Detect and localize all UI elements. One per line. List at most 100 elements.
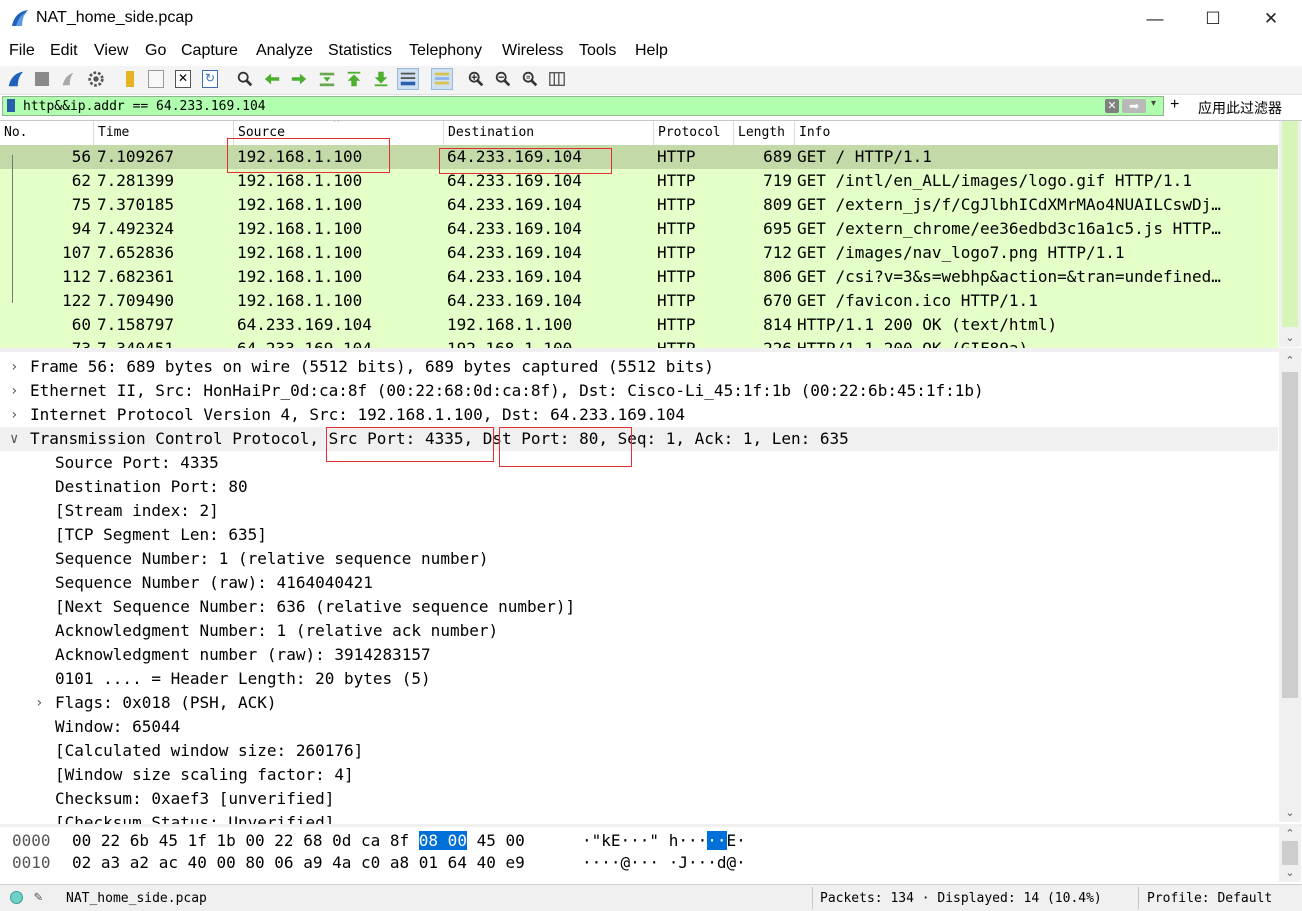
capture-comment-icon[interactable]: ✎ xyxy=(34,889,42,905)
detail-tree-item[interactable]: [Next Sequence Number: 636 (relative seq… xyxy=(0,595,1278,619)
open-folder-icon[interactable] xyxy=(119,68,141,90)
column-no[interactable]: No. xyxy=(0,121,94,145)
hex-row[interactable]: 0010 02 a3 a2 ac 40 00 80 06 a9 4a c0 a8 … xyxy=(0,852,1278,874)
zoom-normal-icon[interactable] xyxy=(519,68,541,90)
go-back-icon[interactable] xyxy=(261,68,283,90)
column-protocol[interactable]: Protocol xyxy=(654,121,734,145)
scrollbar-thumb[interactable] xyxy=(1282,841,1298,865)
collapse-chevron-icon[interactable]: › xyxy=(35,691,51,715)
autoscroll-icon[interactable] xyxy=(397,68,419,90)
column-time[interactable]: Time xyxy=(94,121,234,145)
detail-tree-item[interactable]: Checksum: 0xaef3 [unverified] xyxy=(0,787,1278,811)
apply-filter-label[interactable]: 应用此过滤器 xyxy=(1198,98,1282,118)
scroll-up-icon[interactable]: ⌃ xyxy=(1279,352,1301,370)
menu-file[interactable]: File xyxy=(9,42,35,60)
expand-chevron-icon[interactable]: ∨ xyxy=(10,427,26,451)
packet-list-scrollbar[interactable]: ⌃ ⌄ xyxy=(1279,121,1301,347)
options-gear-icon[interactable] xyxy=(85,68,107,90)
collapse-chevron-icon[interactable]: › xyxy=(10,403,26,427)
bytes-scrollbar[interactable]: ⌃ ⌄ xyxy=(1279,827,1301,882)
menu-statistics[interactable]: Statistics xyxy=(328,42,392,60)
zoom-in-icon[interactable] xyxy=(465,68,487,90)
go-to-packet-icon[interactable] xyxy=(316,68,338,90)
column-destination[interactable]: Destination xyxy=(444,121,654,145)
shark-fin-start-icon[interactable] xyxy=(5,68,27,90)
detail-tree-item[interactable]: ∨ Transmission Control Protocol, Src Port… xyxy=(0,427,1278,451)
cell-length: 670 xyxy=(763,291,792,310)
detail-tree-item[interactable]: [TCP Segment Len: 635] xyxy=(0,523,1278,547)
stop-icon[interactable] xyxy=(31,68,53,90)
close-window-button[interactable]: ✕ xyxy=(1242,0,1300,38)
add-filter-button[interactable]: + xyxy=(1170,96,1179,114)
minimize-button[interactable]: — xyxy=(1126,0,1184,38)
close-file-icon[interactable]: ✕ xyxy=(172,68,194,90)
detail-tree-item[interactable]: Sequence Number (raw): 4164040421 xyxy=(0,571,1278,595)
maximize-button[interactable]: ☐ xyxy=(1184,0,1242,38)
scroll-down-icon[interactable]: ⌄ xyxy=(1279,329,1301,347)
detail-tree-item[interactable]: Destination Port: 80 xyxy=(0,475,1278,499)
colorize-icon[interactable] xyxy=(431,68,453,90)
column-info[interactable]: Info xyxy=(795,121,1278,145)
packet-bytes-pane[interactable]: 0000 00 22 6b 45 1f 1b 00 22 68 0d ca 8f … xyxy=(0,827,1302,882)
scroll-down-icon[interactable]: ⌄ xyxy=(1279,865,1301,881)
detail-tree-item[interactable]: Source Port: 4335 xyxy=(0,451,1278,475)
packet-list-pane[interactable]: No. Time Source ^ Destination Protocol L… xyxy=(0,120,1302,350)
scroll-up-icon[interactable]: ⌃ xyxy=(1279,827,1301,841)
packet-row[interactable]: 60 7.158797 64.233.169.104 192.168.1.100 HTT… xyxy=(0,313,1278,337)
reload-icon[interactable]: ↻ xyxy=(199,68,221,90)
menu-go[interactable]: Go xyxy=(145,42,166,60)
packet-row[interactable]: 94 7.492324 192.168.1.100 64.233.169.104 HTT… xyxy=(0,217,1278,241)
menu-tools[interactable]: Tools xyxy=(579,42,616,60)
scrollbar-thumb[interactable] xyxy=(1282,121,1298,327)
packet-row[interactable]: 112 7.682361 192.168.1.100 64.233.169.104 HT… xyxy=(0,265,1278,289)
packet-row[interactable]: 107 7.652836 192.168.1.100 64.233.169.104 HT… xyxy=(0,241,1278,265)
menu-capture[interactable]: Capture xyxy=(181,42,238,60)
apply-arrow-icon[interactable]: ➡ xyxy=(1122,99,1146,113)
menu-analyze[interactable]: Analyze xyxy=(256,42,313,60)
expert-info-icon[interactable] xyxy=(10,891,23,904)
packet-row[interactable]: 56 7.109267 192.168.1.100 64.233.169.104 HTT… xyxy=(0,145,1278,169)
filter-bookmark-icon[interactable] xyxy=(7,99,15,112)
collapse-chevron-icon[interactable]: › xyxy=(10,379,26,403)
filter-history-dropdown-icon[interactable]: ▾ xyxy=(1151,98,1156,109)
menu-wireless[interactable]: Wireless xyxy=(502,42,563,60)
detail-tree-item[interactable]: › Ethernet II, Src: HonHaiPr_0d:ca:8f (00… xyxy=(0,379,1278,403)
menu-edit[interactable]: Edit xyxy=(50,42,78,60)
packet-details-pane[interactable]: › Frame 56: 689 bytes on wire (5512 bits)… xyxy=(0,352,1302,825)
detail-tree-item[interactable]: Acknowledgment number (raw): 3914283157 xyxy=(0,643,1278,667)
display-filter-input[interactable] xyxy=(2,96,1164,116)
detail-tree-item[interactable]: [Stream index: 2] xyxy=(0,499,1278,523)
detail-tree-item[interactable]: Acknowledgment Number: 1 (relative ack n… xyxy=(0,619,1278,643)
packet-row[interactable]: 122 7.709490 192.168.1.100 64.233.169.104 HT… xyxy=(0,289,1278,313)
detail-tree-item[interactable]: [Window size scaling factor: 4] xyxy=(0,763,1278,787)
menu-help[interactable]: Help xyxy=(635,42,668,60)
clear-filter-icon[interactable]: ✕ xyxy=(1105,99,1119,113)
find-icon[interactable] xyxy=(234,68,256,90)
go-forward-icon[interactable] xyxy=(288,68,310,90)
detail-tree-item[interactable]: › Frame 56: 689 bytes on wire (5512 bits)… xyxy=(0,355,1278,379)
detail-tree-item[interactable]: › Internet Protocol Version 4, Src: 192.1… xyxy=(0,403,1278,427)
restart-icon[interactable] xyxy=(57,68,79,90)
scroll-down-icon[interactable]: ⌄ xyxy=(1279,804,1301,822)
status-profile[interactable]: Profile: Default xyxy=(1147,891,1272,906)
detail-tree-item[interactable]: Sequence Number: 1 (relative sequence nu… xyxy=(0,547,1278,571)
detail-tree-item[interactable]: [Calculated window size: 260176] xyxy=(0,739,1278,763)
detail-tree-item[interactable]: › Flags: 0x018 (PSH, ACK) xyxy=(0,691,1278,715)
packet-row[interactable]: 75 7.370185 192.168.1.100 64.233.169.104 HTT… xyxy=(0,193,1278,217)
detail-tree-item[interactable]: Window: 65044 xyxy=(0,715,1278,739)
last-packet-icon[interactable] xyxy=(370,68,392,90)
zoom-out-icon[interactable] xyxy=(492,68,514,90)
collapse-chevron-icon[interactable]: › xyxy=(10,355,26,379)
menu-telephony[interactable]: Telephony xyxy=(409,42,482,60)
first-packet-icon[interactable] xyxy=(343,68,365,90)
menu-view[interactable]: View xyxy=(94,42,128,60)
packet-row[interactable]: 62 7.281399 192.168.1.100 64.233.169.104 HTT… xyxy=(0,169,1278,193)
detail-tree-item[interactable]: [Checksum Status: Unverified] xyxy=(0,811,1278,824)
details-scrollbar[interactable]: ⌃ ⌄ xyxy=(1279,352,1301,822)
save-file-icon[interactable] xyxy=(145,68,167,90)
column-length[interactable]: Length xyxy=(734,121,795,145)
resize-columns-icon[interactable] xyxy=(546,68,568,90)
detail-tree-item[interactable]: 0101 .... = Header Length: 20 bytes (5) xyxy=(0,667,1278,691)
hex-row[interactable]: 0000 00 22 6b 45 1f 1b 00 22 68 0d ca 8f … xyxy=(0,830,1278,852)
scrollbar-thumb[interactable] xyxy=(1282,372,1298,698)
